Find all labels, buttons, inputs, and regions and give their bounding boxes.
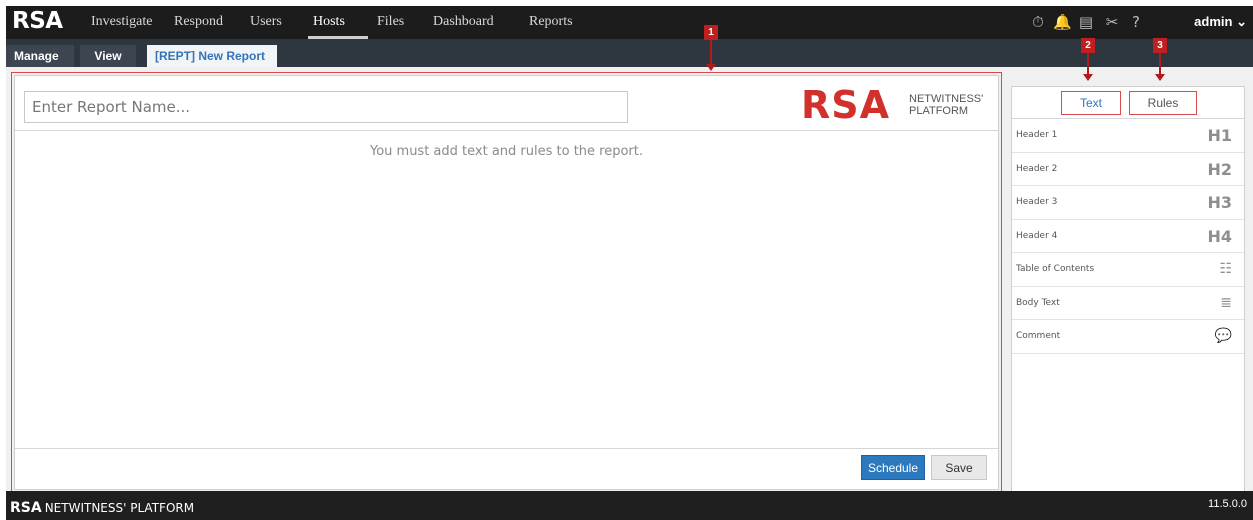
- netwitness-logo: RSA NETWITNESS' PLATFORM: [801, 83, 983, 127]
- rsa-logo[interactable]: RSA: [12, 8, 63, 34]
- content-panel: Text Rules Header 1 H1 Header 2 H2 Heade…: [1011, 86, 1245, 492]
- comment-icon: 💬: [1214, 328, 1232, 344]
- text-element-list: Header 1 H1 Header 2 H2 Header 3 H3 Head…: [1012, 119, 1244, 354]
- list-item-header-2[interactable]: Header 2 H2: [1012, 153, 1244, 186]
- report-name-input[interactable]: [24, 91, 628, 123]
- list-item-label: Header 1: [1016, 130, 1058, 140]
- tab-new-report-label: [REPT] New Report: [155, 49, 266, 63]
- list-item-label: Table of Contents: [1016, 264, 1095, 274]
- footer-product-name: NETWITNESS' PLATFORM: [44, 501, 195, 515]
- timer-icon[interactable]: ⏱: [1029, 13, 1047, 31]
- callout-1: 1: [704, 25, 718, 40]
- page: RSA Investigate Respond Users Hosts File…: [0, 0, 1253, 520]
- tab-bar: Manage View [REPT] New Report ⊗: [6, 39, 1253, 85]
- tab-rules[interactable]: Rules: [1129, 91, 1197, 115]
- tab-text[interactable]: Text: [1061, 91, 1121, 115]
- notification-bell-icon[interactable]: 🔔: [1053, 13, 1072, 31]
- chevron-down-icon: ⌄: [1236, 14, 1247, 29]
- netwitness-logo-line2: PLATFORM: [909, 105, 969, 117]
- footer-logo: RSA NETWITNESS' PLATFORM: [10, 500, 194, 516]
- list-item-label: Comment: [1016, 331, 1061, 341]
- callout-2-arrowhead: [1083, 74, 1093, 81]
- app-window: RSA Investigate Respond Users Hosts File…: [6, 6, 1253, 520]
- list-item-comment[interactable]: Comment 💬: [1012, 320, 1244, 354]
- content-panel-tabs: Text Rules: [1012, 87, 1244, 119]
- table-of-contents-icon: ☷: [1219, 261, 1232, 277]
- nav-item-reports[interactable]: Reports: [529, 14, 573, 30]
- callout-2-arrow: [1087, 53, 1089, 75]
- list-item-header-3[interactable]: Header 3 H3: [1012, 186, 1244, 220]
- nav-item-hosts[interactable]: Hosts: [313, 14, 345, 30]
- header-2-icon: H2: [1207, 159, 1232, 179]
- top-navigation: RSA Investigate Respond Users Hosts File…: [6, 6, 1253, 39]
- list-item-header-1[interactable]: Header 1 H1: [1012, 119, 1244, 153]
- schedule-button[interactable]: Schedule: [861, 455, 925, 480]
- list-item-label: Header 3: [1016, 197, 1058, 207]
- list-item-body-text[interactable]: Body Text ≣: [1012, 287, 1244, 320]
- version-label: 11.5.0.0: [1208, 498, 1247, 510]
- tab-view[interactable]: View: [80, 45, 136, 67]
- netwitness-logo-text: NETWITNESS' PLATFORM: [909, 93, 999, 117]
- callout-2: 2: [1081, 38, 1095, 53]
- jobs-icon[interactable]: ▤: [1077, 13, 1095, 31]
- callout-3-arrow: [1159, 53, 1161, 75]
- user-menu[interactable]: admin ⌄: [1194, 14, 1247, 30]
- nav-item-investigate[interactable]: Investigate: [91, 14, 152, 30]
- header-3-icon: H3: [1207, 193, 1232, 212]
- list-item-table-of-contents[interactable]: Table of Contents ☷: [1012, 253, 1244, 287]
- save-button[interactable]: Save: [931, 455, 987, 480]
- list-item-label: Header 4: [1016, 230, 1058, 241]
- netwitness-logo-line1: NETWITNESS': [909, 93, 984, 105]
- user-name: admin: [1194, 14, 1233, 29]
- report-header: RSA NETWITNESS' PLATFORM: [15, 76, 998, 131]
- header-4-icon: H4: [1207, 226, 1232, 246]
- body-text-icon: ≣: [1220, 294, 1232, 311]
- footer-bar: RSA NETWITNESS' PLATFORM 11.5.0.0: [6, 491, 1253, 520]
- callout-1-arrow: [710, 40, 712, 65]
- nav-item-files[interactable]: Files: [377, 14, 404, 30]
- callout-3: 3: [1153, 38, 1167, 53]
- list-item-header-4[interactable]: Header 4 H4: [1012, 220, 1244, 253]
- callout-1-arrowhead: [706, 64, 716, 71]
- callout-3-arrowhead: [1155, 74, 1165, 81]
- report-workspace: RSA NETWITNESS' PLATFORM You must add te…: [6, 67, 1253, 493]
- report-editor: RSA NETWITNESS' PLATFORM You must add te…: [14, 75, 999, 490]
- footer-logo-rsa: RSA: [10, 500, 42, 516]
- tab-new-report[interactable]: [REPT] New Report ⊗: [147, 45, 277, 85]
- netwitness-logo-rsa: RSA: [801, 83, 891, 127]
- list-item-label: Body Text: [1016, 297, 1060, 308]
- list-item-label: Header 2: [1016, 163, 1058, 174]
- nav-item-dashboard[interactable]: Dashboard: [433, 14, 494, 30]
- nav-item-users[interactable]: Users: [250, 14, 282, 30]
- help-icon[interactable]: ?: [1127, 13, 1145, 31]
- header-1-icon: H1: [1207, 126, 1232, 145]
- empty-report-message: You must add text and rules to the repor…: [369, 144, 643, 159]
- tools-icon[interactable]: ✂: [1103, 13, 1121, 31]
- tab-manage[interactable]: Manage: [6, 45, 74, 67]
- nav-item-respond[interactable]: Respond: [174, 14, 223, 30]
- report-footer: Schedule Save: [15, 448, 998, 489]
